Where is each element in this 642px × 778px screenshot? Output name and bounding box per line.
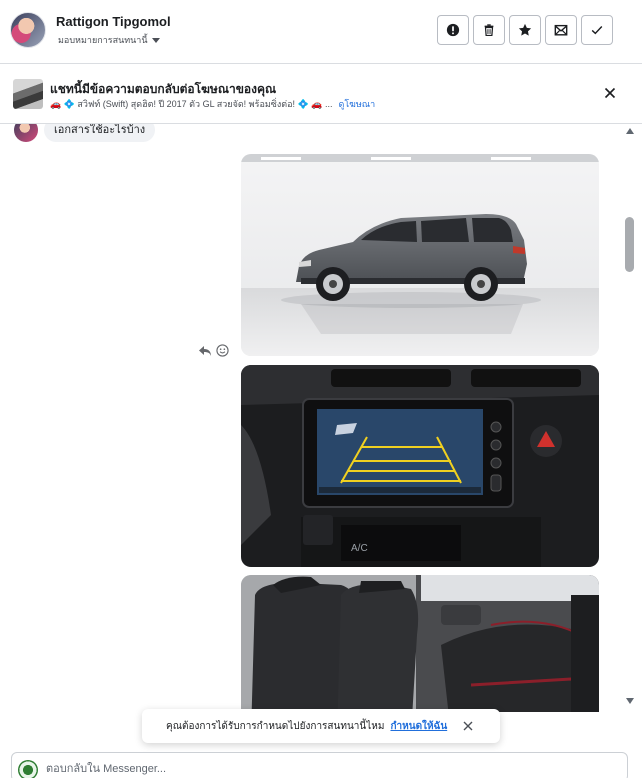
car-dashboard-photo[interactable]: A/C (241, 365, 599, 567)
scrollbar-thumb[interactable] (625, 217, 634, 272)
car-seats-photo[interactable] (241, 575, 599, 712)
incoming-message-bubble[interactable]: เอกสารใช้อะไรบ้าง (44, 124, 156, 142)
svg-text:A/C: A/C (351, 543, 368, 554)
ad-text: 🚗 💠 สวิฟท์ (Swift) สุดฮิต! ปี 2017 ตัว G… (50, 99, 333, 109)
reply-icon[interactable] (198, 345, 212, 357)
ad-reply-banner: แชทนี้มีข้อความตอบกลับต่อโฆษณาของคุณ 🚗 💠… (0, 64, 642, 124)
star-button[interactable] (509, 15, 541, 45)
assign-label: มอบหมายการสนทนานี้ (58, 35, 148, 45)
car-seats-image (241, 575, 599, 712)
mail-unread-icon (554, 24, 568, 36)
trash-icon (484, 24, 494, 37)
message-actions (198, 344, 229, 357)
header-actions (437, 15, 613, 45)
mark-done-button[interactable] (581, 15, 613, 45)
scroll-down-arrow-icon[interactable] (626, 698, 634, 704)
assign-prompt-toast: คุณต้องการได้รับการกำหนดไปยังการสนทนานี้… (142, 709, 500, 743)
report-icon (446, 23, 460, 37)
message-thread[interactable]: เอกสารใช้อะไรบ้าง A/C (0, 124, 624, 712)
delete-button[interactable] (473, 15, 505, 45)
close-icon (604, 87, 616, 99)
page-avatar (18, 760, 38, 778)
ad-banner-subtitle: 🚗 💠 สวิฟท์ (Swift) สุดฮิต! ปี 2017 ตัว G… (50, 97, 375, 111)
assign-conversation-dropdown[interactable]: มอบหมายการสนทนานี้ (58, 33, 160, 47)
assign-prompt-text: คุณต้องการได้รับการกำหนดไปยังการสนทนานี้… (166, 720, 385, 732)
conversation-header: Rattigon Tipgomol มอบหมายการสนทนานี้ (0, 0, 642, 64)
view-ad-link[interactable]: ดูโฆษณา (338, 97, 375, 111)
sender-avatar (14, 124, 38, 142)
close-icon (463, 721, 473, 731)
reply-composer (11, 752, 628, 778)
emoji-react-icon[interactable] (216, 344, 229, 357)
toast-close-button[interactable] (461, 719, 475, 733)
chevron-down-icon (151, 38, 160, 43)
assign-to-me-link[interactable]: กำหนดให้ฉัน (390, 719, 447, 734)
ad-thumbnail[interactable] (13, 79, 43, 109)
star-icon (518, 23, 532, 36)
car-dashboard-image: A/C (241, 365, 599, 567)
check-icon (591, 26, 603, 35)
car-side-photo[interactable] (241, 154, 599, 356)
report-button[interactable] (437, 15, 469, 45)
contact-name[interactable]: Rattigon Tipgomol (56, 14, 171, 29)
car-side-image (241, 154, 599, 356)
contact-avatar[interactable] (10, 12, 46, 48)
reply-input[interactable] (46, 759, 606, 778)
mark-unread-button[interactable] (545, 15, 577, 45)
scroll-up-arrow-icon[interactable] (626, 128, 634, 134)
ad-banner-close-button[interactable] (600, 83, 620, 103)
thread-scrollbar[interactable] (624, 124, 636, 712)
